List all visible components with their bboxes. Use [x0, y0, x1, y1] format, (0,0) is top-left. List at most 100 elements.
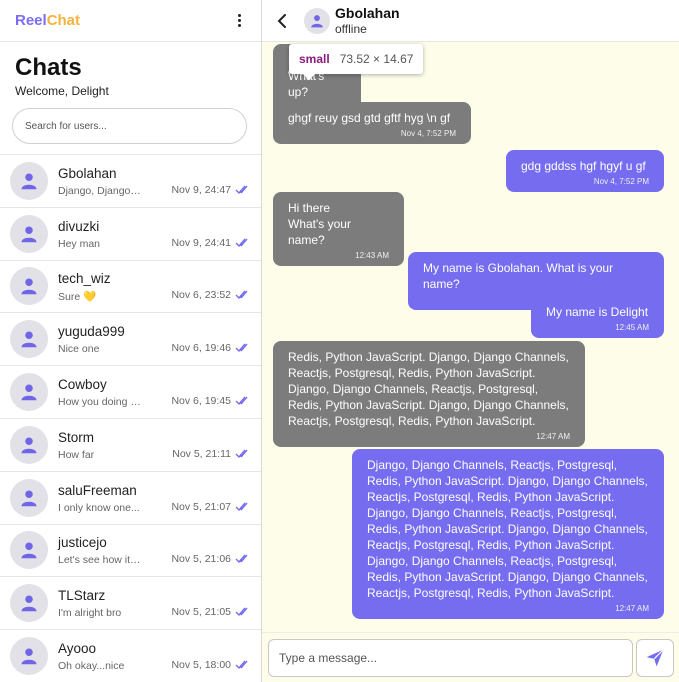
chat-time: Nov 5, 21:05: [171, 606, 231, 619]
chat-list-item[interactable]: Gbolahan Django, Django Channels Nov 9, 24…: [0, 155, 261, 208]
tooltip-size: 73.52 × 14.67: [339, 52, 414, 66]
chat-name: Cowboy: [58, 377, 107, 393]
chat-preview: Let's see how it goes: [58, 554, 143, 567]
chat-list-item[interactable]: Ayooo Oh okay...nice Nov 5, 18:00: [0, 630, 261, 682]
message-line: Redis, Python JavaScript. Django, Django…: [288, 350, 569, 428]
message-line: Django, Django Channels, Reactjs, Postgr…: [367, 458, 648, 600]
message-input[interactable]: [268, 638, 633, 677]
double-check-icon: [235, 343, 248, 353]
message-time: 12:43 AM: [355, 251, 389, 260]
message-time: 12:45 AM: [615, 323, 649, 332]
user-icon: [21, 542, 37, 559]
chat-list-item[interactable]: yuguda999 Nice one Nov 6, 19:46: [0, 313, 261, 367]
send-icon: [646, 648, 664, 666]
incoming-message[interactable]: ghgf reuy gsd gtd gftf hyg \n gf Nov 4, 7…: [273, 102, 471, 144]
brand-bar: ReelChat: [0, 0, 261, 42]
chat-meta: Nov 5, 21:05: [171, 606, 251, 618]
message-line: Hi there: [288, 201, 331, 215]
chat-meta: Nov 9, 24:47: [171, 184, 251, 196]
chat-time: Nov 6, 19:46: [171, 342, 231, 355]
message-text: Redis, Python JavaScript. Django, Django…: [288, 349, 570, 429]
avatar: [10, 373, 48, 412]
chat-preview: Hey man: [58, 237, 101, 250]
chat-preview: Sure 💛: [58, 290, 97, 303]
chat-list-item[interactable]: divuzki Hey man Nov 9, 24:41: [0, 208, 261, 261]
chat-name: justicejo: [58, 535, 107, 551]
brand-logo[interactable]: ReelChat: [15, 12, 80, 29]
chat-list-item[interactable]: saluFreeman I only know one... Nov 5, 21:0…: [0, 472, 261, 525]
user-icon: [21, 648, 37, 665]
user-icon: [21, 437, 37, 454]
outgoing-message[interactable]: Django, Django Channels, Reactjs, Postgr…: [352, 449, 664, 619]
outgoing-message[interactable]: My name is Delight 12:45 AM: [531, 296, 664, 338]
chat-preview: Nice one: [58, 343, 100, 356]
chat-meta: Nov 5, 18:00: [171, 659, 251, 671]
page-title: Chats: [15, 54, 82, 81]
outgoing-message[interactable]: gdg gddss hgf hgyf u gf Nov 4, 7:52 PM: [506, 150, 664, 192]
chat-list-item[interactable]: Cowboy How you doing bro Nov 6, 19:45: [0, 366, 261, 419]
search-wrap: [0, 98, 261, 155]
chat-list-item[interactable]: tech_wiz Sure 💛 Nov 6, 23:52: [0, 261, 261, 314]
avatar: [10, 320, 48, 359]
double-check-icon: [235, 396, 248, 406]
message-line: What's your name?: [288, 217, 351, 247]
chat-meta: Nov 6, 19:45: [171, 395, 251, 407]
contact-info: Gbolahan offline: [335, 5, 400, 36]
search-input[interactable]: [12, 108, 247, 144]
chat-preview: Django, Django Channels: [58, 184, 143, 197]
message-area[interactable]: small 73.52 × 14.67 HiWhat's up?Nov 4, 4…: [262, 42, 679, 632]
chat-meta: Nov 5, 21:07: [171, 501, 251, 513]
double-check-icon: [235, 238, 248, 247]
incoming-message[interactable]: Hi there What's your name? 12:43 AM: [273, 192, 404, 266]
chat-time: Nov 9, 24:41: [171, 236, 231, 249]
chat-list: Gbolahan Django, Django Channels Nov 9, 24…: [0, 155, 261, 682]
message-time: Nov 4, 7:52 PM: [400, 129, 456, 138]
chat-name: Storm: [58, 429, 95, 445]
chat-header: Gbolahan offline: [262, 0, 679, 42]
user-icon: [21, 173, 37, 190]
chat-list-item[interactable]: justicejo Let's see how it goes Nov 5, 21:…: [0, 525, 261, 578]
chat-preview: I only know one...: [58, 501, 140, 514]
chat-name: Ayooo: [58, 641, 97, 657]
avatar: [10, 214, 48, 253]
chat-meta: Nov 6, 23:52: [171, 289, 251, 301]
sidebar-heading: Chats Welcome, Delight: [0, 42, 261, 98]
chat-preview: How you doing bro: [58, 396, 143, 409]
contact-status: offline: [335, 22, 367, 36]
user-icon: [21, 278, 37, 295]
contact-avatar[interactable]: [304, 7, 330, 34]
message-time: Nov 4, 7:52 PM: [593, 177, 649, 186]
user-icon: [21, 595, 37, 612]
double-check-icon: [235, 290, 248, 300]
contact-name: Gbolahan: [335, 5, 400, 21]
user-icon: [21, 331, 37, 348]
chat-name: divuzki: [58, 218, 100, 234]
double-check-icon: [235, 502, 248, 511]
chat-list-item[interactable]: TLStarz I'm alright bro Nov 5, 21:05: [0, 577, 261, 631]
message-text: gdg gddss hgf hgyf u gf: [521, 158, 649, 174]
chat-time: Nov 5, 21:11: [172, 447, 231, 460]
chat-list-item[interactable]: Storm How far Nov 5, 21:11: [0, 419, 261, 472]
message-time: 12:47 AM: [615, 604, 649, 613]
chat-name: tech_wiz: [58, 270, 111, 286]
chat-time: Nov 5, 18:00: [171, 658, 231, 671]
message-line: ghgf reuy gsd gtd gftf hyg \n gf: [288, 111, 451, 125]
kebab-menu-icon[interactable]: [231, 11, 247, 31]
avatar: [10, 425, 48, 464]
sidebar: ReelChat Chats Welcome, Delight Gbolahan…: [0, 0, 262, 682]
message-time: 12:47 AM: [536, 432, 570, 441]
message-line: My name is Gbolahan. What is your name?: [423, 261, 614, 291]
incoming-message[interactable]: Redis, Python JavaScript. Django, Django…: [273, 341, 585, 447]
brand-part-2: Chat: [46, 12, 81, 29]
chat-time: Nov 9, 24:47: [171, 183, 231, 196]
chat-preview: I'm alright bro: [58, 607, 122, 620]
welcome-text: Welcome, Delight: [15, 84, 109, 98]
avatar: [10, 637, 48, 676]
send-button[interactable]: [636, 638, 674, 677]
app: ReelChat Chats Welcome, Delight Gbolahan…: [0, 0, 679, 682]
back-arrow-icon[interactable]: [274, 11, 290, 31]
chat-time: Nov 5, 21:06: [171, 553, 231, 566]
double-check-icon: [235, 449, 248, 458]
user-icon: [21, 226, 37, 242]
message-text: Django, Django Channels, Reactjs, Postgr…: [367, 457, 649, 601]
